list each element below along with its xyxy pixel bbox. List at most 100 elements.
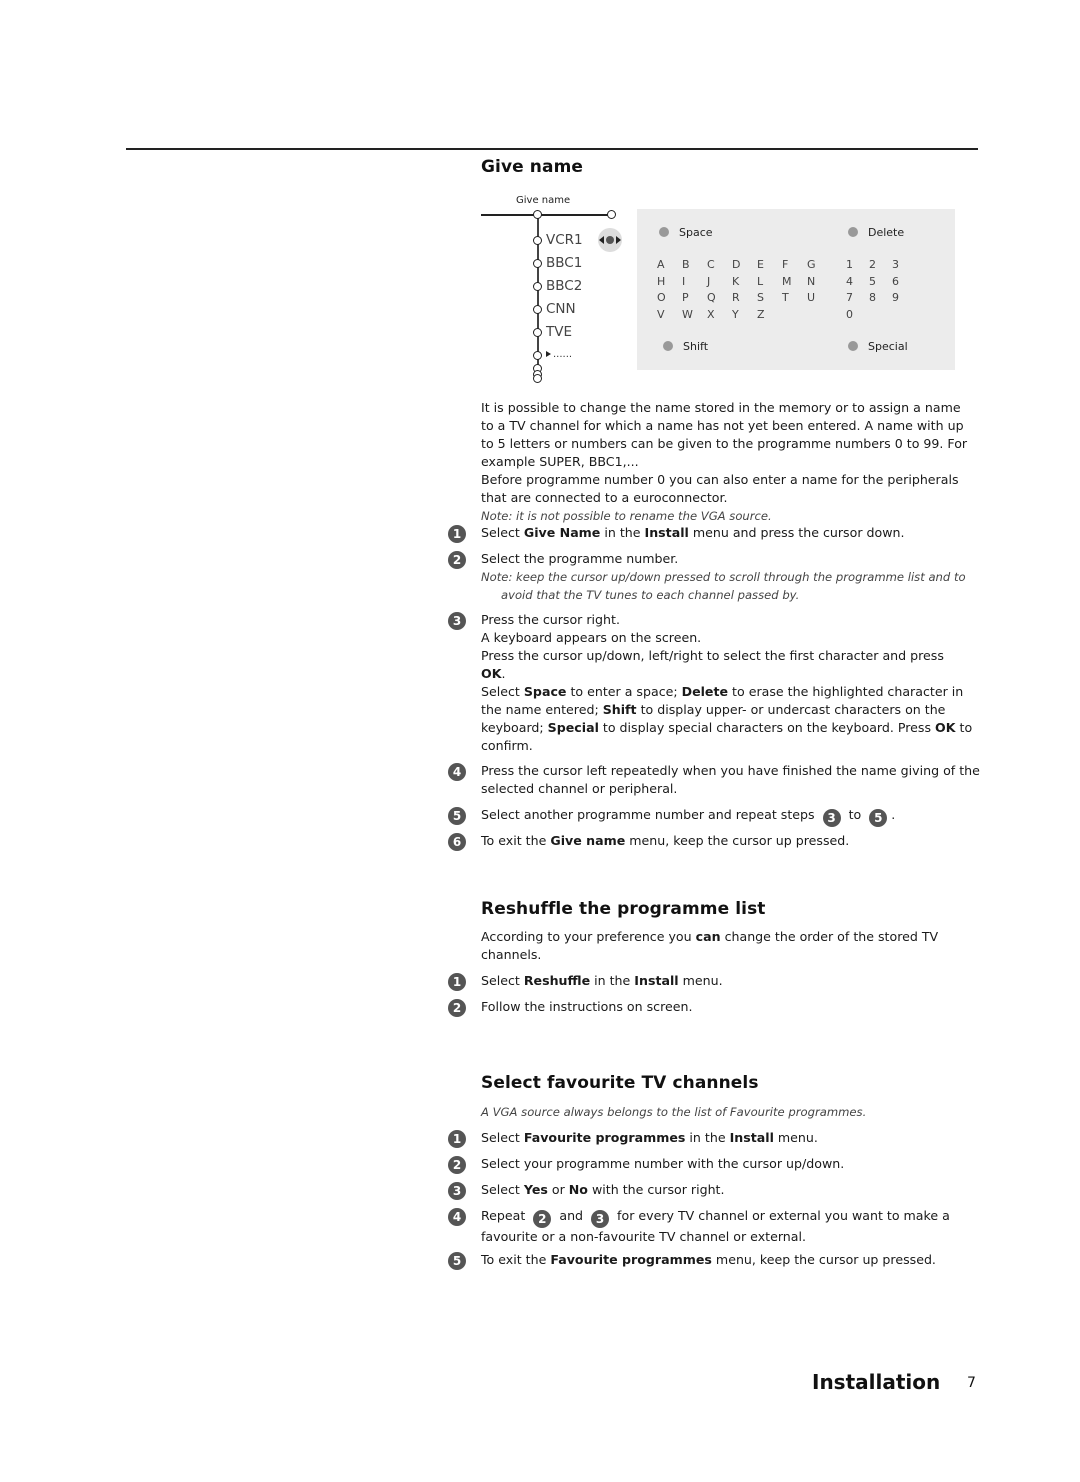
text: According to your preference you: [481, 929, 696, 944]
special-button[interactable]: Special: [848, 340, 908, 353]
text-line: Press the cursor up/down, left/right to …: [481, 648, 944, 663]
step-number-badge: 2: [448, 551, 466, 569]
key-row: 789: [846, 291, 915, 308]
favourites-step-2: Select your programme number with the cu…: [481, 1156, 845, 1171]
text: keyboard;: [481, 720, 548, 735]
step-reference-badge: 3: [591, 1210, 610, 1228]
key[interactable]: X: [707, 308, 732, 321]
key[interactable]: 3: [892, 258, 915, 271]
shift-button[interactable]: Shift: [663, 340, 708, 353]
bold-term: Delete: [681, 684, 729, 699]
key[interactable]: 0: [846, 308, 869, 321]
key[interactable]: V: [657, 308, 682, 321]
channel-item[interactable]: BBC2: [546, 278, 582, 294]
bold-term: Space: [523, 684, 567, 699]
bullet-icon: [659, 227, 669, 237]
channel-item[interactable]: CNN: [546, 301, 576, 317]
key[interactable]: 9: [892, 291, 915, 304]
text-line: Before programme number 0 you can also e…: [481, 472, 959, 487]
key[interactable]: 8: [869, 291, 892, 304]
key[interactable]: R: [732, 291, 757, 304]
key[interactable]: 4: [846, 275, 869, 288]
key[interactable]: C: [707, 258, 732, 271]
key-row: VWXYZ: [657, 308, 832, 325]
key[interactable]: K: [732, 275, 757, 288]
digit-keys: 123 456 789 0: [846, 258, 915, 324]
bullet-icon: [848, 227, 858, 237]
key[interactable]: P: [682, 291, 707, 304]
text: menu, keep the cursor up pressed.: [625, 833, 850, 848]
give-name-step-4: Press the cursor left repeatedly when yo…: [481, 762, 981, 798]
key[interactable]: J: [707, 275, 732, 288]
key[interactable]: 7: [846, 291, 869, 304]
section-heading-favourites: Select favourite TV channels: [481, 1073, 759, 1093]
cursor-left-right-icon: [598, 228, 622, 252]
key[interactable]: I: [682, 275, 707, 288]
text-line: favourite or a non-favourite TV channel …: [481, 1229, 806, 1244]
step-number-badge: 4: [448, 1208, 466, 1226]
key[interactable]: O: [657, 291, 682, 304]
key[interactable]: 5: [869, 275, 892, 288]
space-button[interactable]: Space: [659, 226, 713, 239]
key[interactable]: S: [757, 291, 782, 304]
key[interactable]: 2: [869, 258, 892, 271]
text: Select: [481, 525, 524, 540]
key[interactable]: W: [682, 308, 707, 321]
step-number-badge: 2: [448, 1156, 466, 1174]
channel-node: [533, 328, 542, 337]
text: .: [501, 666, 506, 681]
key-row: 456: [846, 275, 915, 292]
channel-item[interactable]: BBC1: [546, 255, 582, 271]
key[interactable]: H: [657, 275, 682, 288]
key[interactable]: T: [782, 291, 807, 304]
text: menu, keep the cursor up pressed.: [711, 1252, 936, 1267]
arrow-right-icon: [616, 236, 621, 244]
page-number: 7: [967, 1375, 976, 1391]
key[interactable]: 1: [846, 258, 869, 271]
channel-item[interactable]: TVE: [546, 324, 572, 340]
step-number-badge: 6: [448, 833, 466, 851]
text: in the: [685, 1130, 730, 1145]
give-name-step-2: Select the programme number. Note: keep …: [481, 550, 981, 604]
menu-tree-horizontal-line: [481, 214, 609, 216]
text-line: the name entered; Shift to display upper…: [481, 701, 981, 719]
text-line: Select Space to enter a space; Delete to…: [481, 683, 981, 701]
text-line: confirm.: [481, 738, 533, 753]
bold-term: Special: [547, 720, 599, 735]
key[interactable]: L: [757, 275, 782, 288]
key[interactable]: U: [807, 291, 832, 304]
key[interactable]: G: [807, 258, 832, 271]
key[interactable]: Z: [757, 308, 782, 321]
bold-term: can: [695, 929, 721, 944]
text-line: According to your preference you can cha…: [481, 928, 981, 946]
key[interactable]: A: [657, 258, 682, 271]
key[interactable]: N: [807, 275, 832, 288]
key[interactable]: E: [757, 258, 782, 271]
key-row: 123: [846, 258, 915, 275]
bold-term: Favourite programmes: [523, 1130, 686, 1145]
key[interactable]: M: [782, 275, 807, 288]
key[interactable]: 6: [892, 275, 915, 288]
letter-keys: ABCDEFG HIJKLMN OPQRSTU VWXYZ: [657, 258, 832, 324]
step-number-badge: 1: [448, 525, 466, 543]
bold-term: Shift: [602, 702, 637, 717]
text: to enter a space;: [566, 684, 682, 699]
key[interactable]: B: [682, 258, 707, 271]
text-line: Press the cursor left repeatedly when yo…: [481, 763, 980, 778]
give-name-step-5: Select another programme number and repe…: [481, 806, 981, 827]
play-arrow-icon: [546, 351, 551, 357]
text: for every TV channel or external you wan…: [613, 1208, 950, 1223]
arrow-left-icon: [599, 236, 604, 244]
bold-term: OK: [935, 720, 956, 735]
key[interactable]: D: [732, 258, 757, 271]
key[interactable]: Q: [707, 291, 732, 304]
channel-node: [533, 236, 542, 245]
bold-term: Install: [644, 525, 689, 540]
key[interactable]: F: [782, 258, 807, 271]
text: in the: [590, 973, 635, 988]
bullet-icon: [848, 341, 858, 351]
channel-item[interactable]: VCR1: [546, 232, 583, 248]
text-line: example SUPER, BBC1,...: [481, 454, 639, 469]
key[interactable]: Y: [732, 308, 757, 321]
delete-button[interactable]: Delete: [848, 226, 904, 239]
